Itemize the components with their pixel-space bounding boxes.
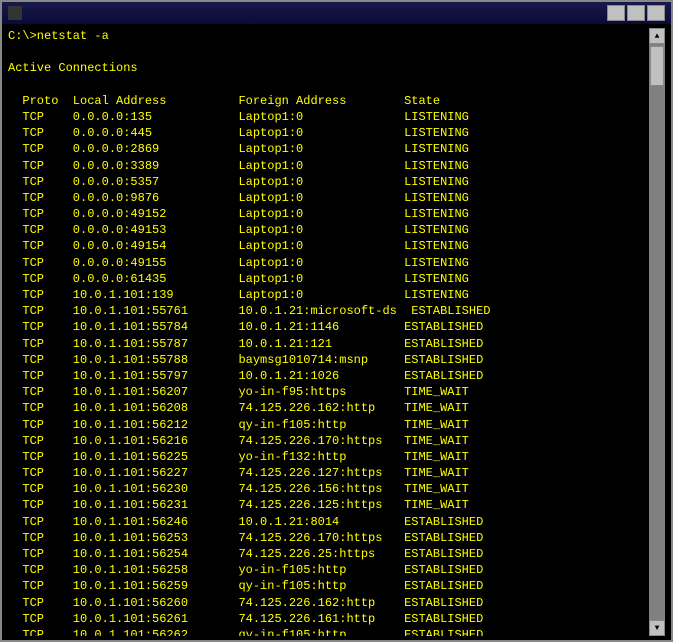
maximize-button[interactable] <box>627 5 645 21</box>
scroll-thumb[interactable] <box>650 46 664 86</box>
title-bar-left <box>8 6 28 20</box>
scroll-track <box>649 44 665 620</box>
close-button[interactable] <box>647 5 665 21</box>
terminal-content: C:\>netstat -a Active Connections Proto … <box>8 28 649 636</box>
scrollbar: ▲ ▼ <box>649 28 665 636</box>
title-bar <box>2 2 671 24</box>
title-controls <box>607 5 665 21</box>
terminal-body: C:\>netstat -a Active Connections Proto … <box>2 24 671 640</box>
cmd-icon <box>8 6 22 20</box>
scroll-down-button[interactable]: ▼ <box>649 620 665 636</box>
window: C:\>netstat -a Active Connections Proto … <box>0 0 673 642</box>
minimize-button[interactable] <box>607 5 625 21</box>
scroll-up-button[interactable]: ▲ <box>649 28 665 44</box>
